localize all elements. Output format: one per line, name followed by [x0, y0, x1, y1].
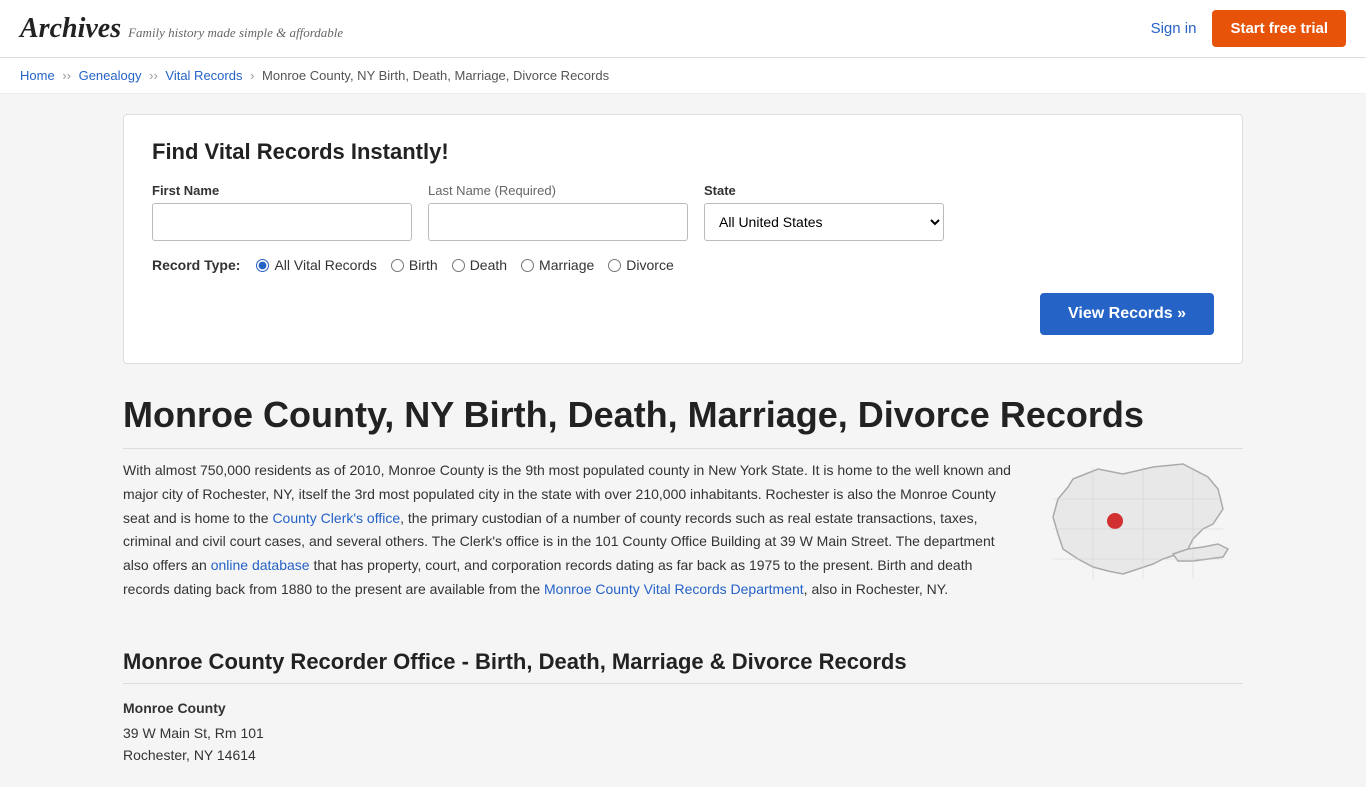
tagline: Family history made simple & affordable: [128, 25, 343, 40]
radio-item-birth[interactable]: Birth: [391, 257, 438, 273]
last-name-label: Last Name (Required): [428, 183, 688, 198]
radio-birth[interactable]: [391, 259, 404, 272]
radio-label-divorce: Divorce: [626, 257, 673, 273]
office-card: Monroe County 39 W Main St, Rm 101 Roche…: [123, 700, 1243, 767]
required-text: (Required): [495, 183, 556, 198]
recorder-section: Monroe County Recorder Office - Birth, D…: [123, 649, 1243, 767]
office-name: Monroe County: [123, 700, 1243, 716]
breadcrumb-current: Monroe County, NY Birth, Death, Marriage…: [262, 68, 609, 83]
main-content: Find Vital Records Instantly! First Name…: [103, 114, 1263, 767]
online-db-link[interactable]: online database: [211, 557, 310, 573]
first-name-label: First Name: [152, 183, 412, 198]
page-title: Monroe County, NY Birth, Death, Marriage…: [123, 394, 1243, 449]
county-clerk-link[interactable]: County Clerk's office: [272, 510, 400, 526]
radio-group: All Vital Records Birth Death Marriage Divor…: [256, 257, 673, 273]
last-name-group: Last Name (Required): [428, 183, 688, 241]
radio-item-death[interactable]: Death: [452, 257, 507, 273]
btn-row: View Records »: [152, 293, 1214, 335]
intro-paragraph: With almost 750,000 residents as of 2010…: [123, 459, 1013, 602]
radio-divorce[interactable]: [608, 259, 621, 272]
state-select[interactable]: All United StatesAlabamaAlaskaArizonaArk…: [704, 203, 944, 241]
start-trial-button[interactable]: Start free trial: [1212, 10, 1346, 47]
record-type-label: Record Type:: [152, 257, 240, 273]
office-address-line1: 39 W Main St, Rm 101: [123, 725, 264, 741]
search-fields: First Name Last Name (Required) State Al…: [152, 183, 1214, 241]
search-title: Find Vital Records Instantly!: [152, 139, 1214, 165]
breadcrumb-vital-records[interactable]: Vital Records: [165, 68, 242, 83]
radio-label-birth: Birth: [409, 257, 438, 273]
breadcrumb-sep2: ››: [149, 68, 161, 83]
breadcrumb-sep1: ››: [62, 68, 74, 83]
breadcrumb: Home ›› Genealogy ›› Vital Records › Mon…: [0, 58, 1366, 94]
ny-map: [1043, 459, 1243, 619]
state-group: State All United StatesAlabamaAlaskaAriz…: [704, 183, 944, 241]
vital-records-dept-link[interactable]: Monroe County Vital Records Department: [544, 581, 804, 597]
recorder-title: Monroe County Recorder Office - Birth, D…: [123, 649, 1243, 684]
first-name-group: First Name: [152, 183, 412, 241]
radio-label-death: Death: [470, 257, 507, 273]
sign-in-link[interactable]: Sign in: [1151, 20, 1197, 37]
radio-label-all: All Vital Records: [274, 257, 376, 273]
radio-all[interactable]: [256, 259, 269, 272]
radio-item-divorce[interactable]: Divorce: [608, 257, 673, 273]
header-right: Sign in Start free trial: [1151, 10, 1346, 47]
first-name-input[interactable]: [152, 203, 412, 241]
last-name-input[interactable]: [428, 203, 688, 241]
breadcrumb-genealogy[interactable]: Genealogy: [79, 68, 142, 83]
radio-item-marriage[interactable]: Marriage: [521, 257, 594, 273]
breadcrumb-home[interactable]: Home: [20, 68, 55, 83]
office-address-line2: Rochester, NY 14614: [123, 747, 256, 763]
content-area: With almost 750,000 residents as of 2010…: [123, 459, 1243, 619]
content-text: With almost 750,000 residents as of 2010…: [123, 459, 1013, 619]
record-type-row: Record Type: All Vital Records Birth Death…: [152, 257, 1214, 273]
radio-label-marriage: Marriage: [539, 257, 594, 273]
search-box: Find Vital Records Instantly! First Name…: [123, 114, 1243, 364]
header-left: Archives Family history made simple & af…: [20, 13, 343, 45]
header: Archives Family history made simple & af…: [0, 0, 1366, 58]
view-records-button[interactable]: View Records »: [1040, 293, 1214, 335]
breadcrumb-sep3: ›: [250, 68, 258, 83]
state-label: State: [704, 183, 944, 198]
radio-marriage[interactable]: [521, 259, 534, 272]
radio-death[interactable]: [452, 259, 465, 272]
archives-logo: Archives Family history made simple & af…: [20, 13, 343, 45]
ny-state-map: [1043, 459, 1243, 619]
radio-item-all[interactable]: All Vital Records: [256, 257, 376, 273]
